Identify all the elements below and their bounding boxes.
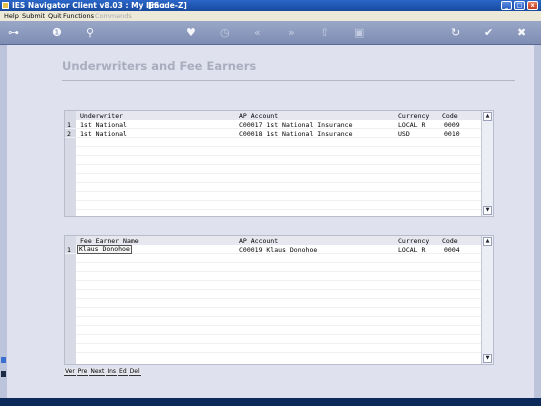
empty-row[interactable]: [76, 147, 481, 156]
empty-row[interactable]: [76, 326, 481, 335]
refresh-icon[interactable]: ↻: [451, 26, 460, 40]
table-row[interactable]: 1 1st National C00017 1st National Insur…: [65, 120, 481, 129]
underwriters-grid: Underwriter AP Account Currency Code 1 1…: [64, 110, 494, 217]
next-button[interactable]: Next: [89, 368, 106, 376]
left-strip: [0, 45, 7, 398]
scroll-down-icon[interactable]: ▼: [483, 206, 492, 215]
empty-row[interactable]: [76, 138, 481, 147]
underwriters-header: Underwriter AP Account Currency Code: [76, 111, 481, 120]
main-panel: Underwriters and Fee Earners Underwriter…: [7, 45, 534, 398]
empty-row[interactable]: [76, 308, 481, 317]
table-row[interactable]: 1 Klaus Donohoe C00019 Klaus Donohoe LOC…: [65, 245, 481, 254]
app-icon: [2, 2, 9, 9]
empty-row[interactable]: [76, 299, 481, 308]
col-underwriter: Underwriter: [80, 112, 124, 120]
heart-icon[interactable]: ♥: [186, 26, 196, 40]
col-ap-account: AP Account: [239, 112, 279, 120]
page-title: Underwriters and Fee Earners: [62, 59, 257, 73]
empty-row[interactable]: [76, 174, 481, 183]
right-strip: [534, 45, 541, 398]
code[interactable]: 0009: [444, 121, 460, 129]
empty-row[interactable]: [76, 335, 481, 344]
minimize-button[interactable]: _: [501, 1, 512, 10]
ap-account[interactable]: C00019 Klaus Donohoe: [239, 246, 317, 254]
side-marker-icon: [1, 357, 6, 363]
ins-button[interactable]: Ins: [106, 368, 118, 376]
pre-button[interactable]: Pre: [76, 368, 89, 376]
empty-row[interactable]: [76, 290, 481, 299]
key-icon[interactable]: ⊶: [8, 26, 19, 40]
empty-row[interactable]: [76, 192, 481, 201]
toolbar: ⊶ ❶ ⚲ ♥ ◷ « » ⇧ ▣ ↻ ✔ ✖: [0, 21, 541, 45]
row-number: 1: [67, 246, 71, 254]
bookmark-icon[interactable]: ▣: [354, 26, 364, 40]
currency[interactable]: USD: [398, 130, 410, 138]
grid-action-bar: Ver Pre Next Ins Ed Del: [64, 368, 141, 376]
menu-help[interactable]: Help: [4, 12, 19, 20]
clock-icon[interactable]: ◷: [220, 26, 230, 40]
underwriter-name[interactable]: 1st National: [80, 121, 127, 129]
close-icon[interactable]: ✖: [517, 26, 526, 40]
menu-functions[interactable]: Functions: [63, 12, 94, 20]
window-controls: _ □ x: [501, 1, 538, 10]
col-code: Code: [442, 112, 458, 120]
table-row[interactable]: 2 1st National C00018 1st National Insur…: [65, 129, 481, 138]
ed-button[interactable]: Ed: [118, 368, 128, 376]
menu-submit[interactable]: Submit: [22, 12, 45, 20]
window-title: IES Navigator Client v8.03 : My IES :: [12, 1, 165, 10]
empty-row[interactable]: [76, 281, 481, 290]
col-fee-earner-name: Fee Earner Name: [80, 237, 139, 245]
title-divider: [62, 80, 515, 81]
side-panel-icon[interactable]: [1, 371, 6, 377]
empty-row[interactable]: [76, 263, 481, 272]
scroll-up-icon[interactable]: ▲: [483, 112, 492, 121]
menu-bar: Help Submit Quit Functions Commands: [0, 11, 541, 21]
fee-earners-scrollbar[interactable]: ▲ ▼: [481, 236, 493, 364]
row-number: 2: [67, 130, 71, 138]
currency[interactable]: LOCAL R: [398, 246, 425, 254]
row-number: 1: [67, 121, 71, 129]
del-button[interactable]: Del: [128, 368, 141, 376]
code[interactable]: 0010: [444, 130, 460, 138]
empty-row[interactable]: [76, 344, 481, 353]
empty-row[interactable]: [76, 201, 481, 210]
col-code: Code: [442, 237, 458, 245]
underwriter-name[interactable]: 1st National: [80, 130, 127, 138]
col-currency: Currency: [398, 112, 430, 120]
upload-icon[interactable]: ⇧: [320, 26, 329, 40]
row-gutter: [65, 236, 76, 364]
title-bar: IES Navigator Client v8.03 : My IES : [m…: [0, 0, 541, 11]
col-ap-account: AP Account: [239, 237, 279, 245]
empty-row[interactable]: [76, 317, 481, 326]
menu-commands[interactable]: Commands: [95, 12, 132, 20]
ver-button[interactable]: Ver: [64, 368, 76, 376]
empty-row[interactable]: [76, 165, 481, 174]
scroll-up-icon[interactable]: ▲: [483, 237, 492, 246]
fee-earners-header: Fee Earner Name AP Account Currency Code: [76, 236, 481, 245]
search-icon[interactable]: ⚲: [86, 26, 94, 40]
fee-earner-name-field[interactable]: Klaus Donohoe: [77, 245, 132, 254]
check-icon[interactable]: ✔: [484, 26, 493, 40]
currency[interactable]: LOCAL R: [398, 121, 425, 129]
forward-icon[interactable]: »: [288, 26, 295, 40]
code[interactable]: 0004: [444, 246, 460, 254]
empty-row[interactable]: [76, 254, 481, 263]
ap-account[interactable]: C00017 1st National Insurance: [239, 121, 353, 129]
underwriters-scrollbar[interactable]: ▲ ▼: [481, 111, 493, 216]
menu-quit[interactable]: Quit: [48, 12, 62, 20]
scroll-down-icon[interactable]: ▼: [483, 354, 492, 363]
col-currency: Currency: [398, 237, 430, 245]
maximize-button[interactable]: □: [514, 1, 525, 10]
fee-earners-grid: Fee Earner Name AP Account Currency Code…: [64, 235, 494, 365]
bottom-border: [0, 398, 541, 406]
info-icon[interactable]: ❶: [52, 26, 62, 40]
ap-account[interactable]: C00018 1st National Insurance: [239, 130, 353, 138]
empty-row[interactable]: [76, 183, 481, 192]
mode-label: [mode-Z]: [148, 1, 187, 10]
empty-row[interactable]: [76, 272, 481, 281]
close-window-button[interactable]: x: [527, 1, 538, 10]
empty-row[interactable]: [76, 156, 481, 165]
rewind-icon[interactable]: «: [254, 26, 261, 40]
